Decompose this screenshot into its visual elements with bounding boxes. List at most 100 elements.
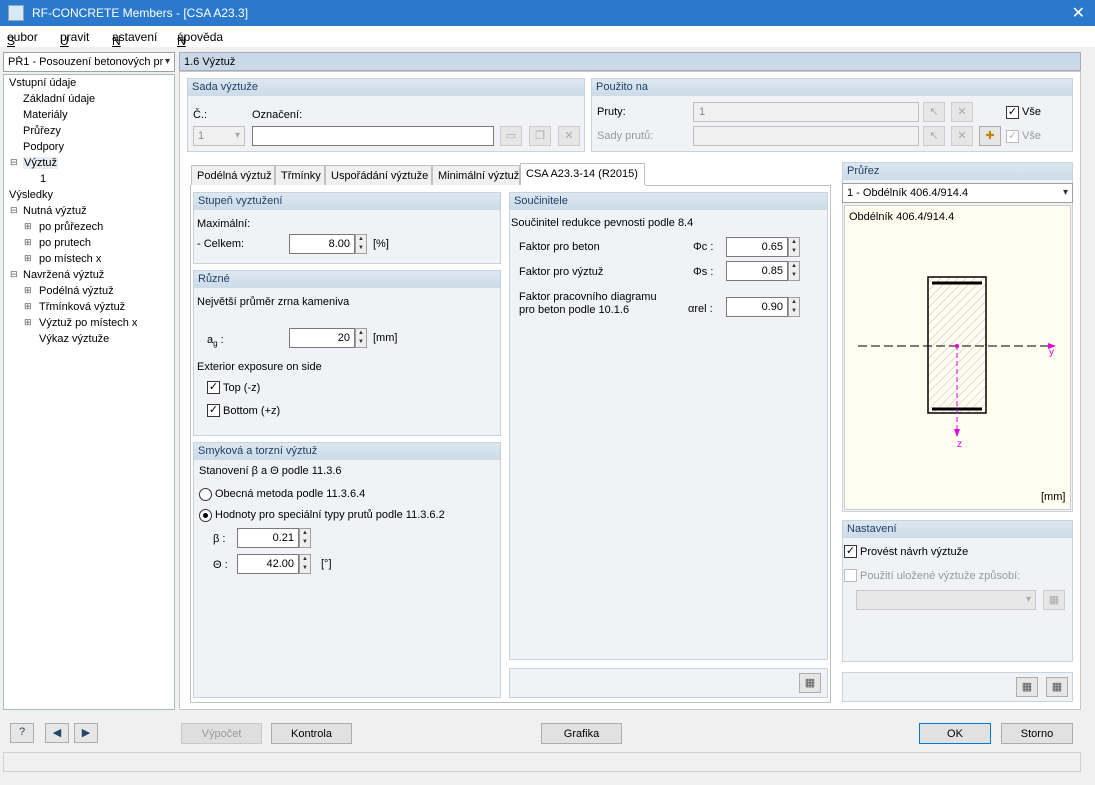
menu-soubor[interactable]: Soubor [7, 30, 38, 48]
diagram-factor-input[interactable]: 0.90 [726, 297, 788, 317]
expand-icon[interactable]: ⊞ [24, 301, 32, 312]
expand-icon[interactable]: ⊞ [24, 221, 32, 232]
special-method-radio[interactable] [199, 509, 212, 522]
nav-supports[interactable]: Podpory [23, 141, 64, 153]
chevron-down-icon: ▾ [1062, 187, 1068, 198]
shear-header: Smyková a torzní výztuž [194, 443, 500, 460]
stored-checkbox[interactable] [844, 569, 857, 582]
section-unit: [mm] [1041, 491, 1066, 503]
diagram-factor-label2: pro beton podle 10.1.6 [519, 304, 630, 316]
members-label: Pruty: [597, 106, 626, 118]
ratio-total-input[interactable]: 8.00 [289, 234, 355, 254]
rebar-name-input[interactable] [252, 126, 494, 146]
spin-icon[interactable]: ▲ ▼ [355, 328, 367, 348]
top-checkbox[interactable]: ✓ [207, 381, 220, 394]
nav-reinforcement[interactable]: Výztuž [23, 157, 59, 169]
rebar-no-label: Č.: [193, 109, 208, 121]
nav-bom[interactable]: Výkaz výztuže [39, 333, 109, 345]
members-input[interactable]: 1 [693, 102, 919, 122]
settings-header: Nastavení [843, 521, 1072, 538]
nav-basic[interactable]: Základní údaje [23, 93, 95, 105]
members-all-checkbox[interactable]: ✓ [1006, 106, 1019, 119]
new-set-of-members-icon[interactable]: ✚ [979, 126, 1001, 146]
nav-results[interactable]: Výsledky [9, 189, 53, 201]
rebar-no-select[interactable]: 1 ▾ [193, 126, 245, 146]
spin-icon[interactable]: ▲ ▼ [788, 237, 800, 257]
collapse-icon[interactable]: ⊟ [10, 205, 18, 216]
sets-all-checkbox[interactable]: ✓ [1006, 130, 1019, 143]
sets-input[interactable] [693, 126, 919, 146]
ag-input[interactable]: 20 [289, 328, 355, 348]
spin-icon[interactable]: ▲ ▼ [299, 528, 311, 548]
collapse-icon[interactable]: ⊟ [10, 157, 18, 168]
nav-longitudinal[interactable]: Podélná výztuž [39, 285, 114, 297]
defaults-icon[interactable]: ▦ [799, 673, 821, 693]
expand-icon[interactable]: ⊞ [24, 285, 32, 296]
nav-sections[interactable]: Průřezy [23, 125, 61, 137]
nav-by-x[interactable]: po místech x [39, 253, 101, 265]
check-button[interactable]: Kontrola [271, 723, 352, 744]
spin-icon[interactable]: ▲ ▼ [788, 261, 800, 281]
diagram-factor-symbol: αrel : [688, 303, 713, 315]
clear-sets-icon[interactable]: ✕ [951, 126, 973, 146]
z-arrow-icon [954, 429, 960, 437]
calculate-button[interactable]: Výpočet [181, 723, 262, 744]
menu-napoveda[interactable]: Nápověda [177, 30, 223, 48]
app-icon [8, 5, 24, 21]
section-info-icon[interactable]: ▦ [1016, 677, 1038, 697]
previous-icon[interactable]: ◀ [45, 723, 69, 743]
general-method-radio[interactable] [199, 488, 212, 501]
axis-z-label: z [957, 439, 962, 450]
nav-by-section[interactable]: po průřezech [39, 221, 103, 233]
collapse-icon[interactable]: ⊟ [10, 269, 18, 280]
help-icon[interactable]: ? [10, 723, 34, 743]
stored-select[interactable]: ▾ [856, 590, 1036, 610]
page-title: 1.6 Výztuž [179, 52, 1081, 71]
nav-materials[interactable]: Materiály [23, 109, 68, 121]
concrete-factor-input[interactable]: 0.65 [726, 237, 788, 257]
section-export-icon[interactable]: ▦ [1046, 677, 1068, 697]
steel-factor-input[interactable]: 0.85 [726, 261, 788, 281]
new-set-icon[interactable]: ▭ [500, 126, 522, 146]
tab-longitudinal[interactable]: Podélná výztuž [191, 165, 275, 186]
nav-provided[interactable]: Navržená výztuž [23, 269, 104, 281]
tab-minimum[interactable]: Minimální výztuž [432, 165, 520, 186]
tab-arrangement[interactable]: Uspořádání výztuže [325, 165, 432, 186]
bottom-checkbox[interactable]: ✓ [207, 404, 220, 417]
spin-icon[interactable]: ▲ ▼ [355, 234, 367, 254]
clear-members-icon[interactable]: ✕ [951, 102, 973, 122]
expand-icon[interactable]: ⊞ [24, 237, 32, 248]
spin-icon[interactable]: ▲ ▼ [299, 554, 311, 574]
menu-nastaveni[interactable]: Nastavení [112, 30, 157, 48]
nav-stirrup[interactable]: Třmínková výztuž [39, 301, 125, 313]
stored-edit-icon[interactable]: ▦ [1043, 590, 1065, 610]
menu-upravit[interactable]: Upravit [60, 30, 89, 48]
nav-input-data[interactable]: Vstupní údaje [9, 77, 76, 89]
design-checkbox[interactable]: ✓ [844, 545, 857, 558]
spin-icon[interactable]: ▲ ▼ [788, 297, 800, 317]
misc-header: Různé [194, 271, 500, 288]
pick-members-icon[interactable]: ↖ [923, 102, 945, 122]
beta-input[interactable]: 0.21 [237, 528, 299, 548]
case-select[interactable]: PŘ1 - Posouzení betonových pr ▾ [3, 52, 175, 72]
nav-by-member[interactable]: po prutech [39, 237, 91, 249]
copy-set-icon[interactable]: ❐ [529, 126, 551, 146]
concrete-factor-symbol: Φc : [693, 241, 714, 253]
expand-icon[interactable]: ⊞ [24, 253, 32, 264]
nav-rebar-set[interactable]: 1 [40, 173, 46, 185]
ok-button[interactable]: OK [919, 723, 991, 744]
pick-sets-icon[interactable]: ↖ [923, 126, 945, 146]
section-drawing [858, 276, 1056, 437]
expand-icon[interactable]: ⊞ [24, 317, 32, 328]
close-icon[interactable]: ✕ [1072, 3, 1085, 23]
nav-required[interactable]: Nutná výztuž [23, 205, 87, 217]
tab-csa[interactable]: CSA A23.3-14 (R2015) [520, 163, 645, 186]
delete-set-icon[interactable]: ✕ [558, 126, 580, 146]
theta-input[interactable]: 42.00 [237, 554, 299, 574]
section-select[interactable]: 1 - Obdélník 406.4/914.4 ▾ [842, 183, 1073, 203]
nav-by-x2[interactable]: Výztuž po místech x [39, 317, 137, 329]
graphics-button[interactable]: Grafika [541, 723, 622, 744]
next-icon[interactable]: ▶ [74, 723, 98, 743]
tab-stirrups[interactable]: Třmínky [275, 165, 325, 186]
cancel-button[interactable]: Storno [1001, 723, 1073, 744]
